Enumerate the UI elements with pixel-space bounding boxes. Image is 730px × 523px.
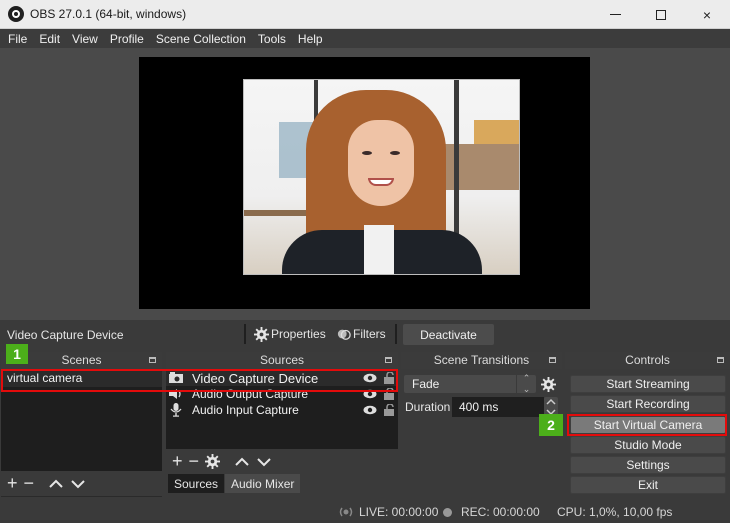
sources-title: Sources [259,353,305,367]
webcam-feed-image[interactable] [243,79,520,275]
move-up-icon[interactable] [48,479,64,489]
settings-button[interactable]: Settings [570,456,726,474]
filters-button[interactable]: Filters [337,325,386,343]
rec-timer: REC: 00:00:00 [461,505,540,519]
sources-dock: Sources Video Capture Device Audio Outpu… [166,352,398,474]
window-title: OBS 27.0.1 (64-bit, windows) [30,7,187,21]
start-virtual-camera-button[interactable]: Start Virtual Camera [570,416,726,434]
cpu-fps-readout: CPU: 1,0%, 10,00 fps [557,505,673,519]
exit-button[interactable]: Exit [570,476,726,494]
deactivate-button[interactable]: Deactivate [403,324,494,345]
sources-footer: + − [166,449,398,474]
scenes-list: virtual camera [1,369,162,471]
filters-icon [337,329,351,340]
preview-area [0,48,730,320]
move-up-icon[interactable] [234,457,250,467]
scene-transitions-title: Scene Transitions [433,353,530,367]
undock-icon[interactable] [385,357,392,363]
current-source-label: Video Capture Device [7,328,124,342]
speaker-icon [169,389,181,399]
status-bar: LIVE: 00:00:00 REC: 00:00:00 CPU: 1,0%, … [0,500,730,523]
minimize-icon [609,14,621,15]
record-indicator-icon [443,508,452,517]
maximize-button[interactable] [638,0,684,29]
add-scene-icon[interactable]: + [7,473,18,494]
source-properties-gear-icon[interactable] [205,454,221,469]
broadcast-icon [339,507,353,517]
minimize-button[interactable] [592,0,638,29]
properties-button[interactable]: Properties [254,325,326,343]
source-name: Video Capture Device [192,370,319,386]
studio-mode-button[interactable]: Studio Mode [570,436,726,454]
maximize-icon [656,9,666,20]
filters-label: Filters [353,327,386,341]
start-recording-button[interactable]: Start Recording [570,395,726,413]
start-streaming-button[interactable]: Start Streaming [570,375,726,393]
preview-canvas[interactable] [139,57,590,309]
gear-icon [254,326,269,342]
menu-file[interactable]: File [2,32,33,46]
tab-sources[interactable]: Sources [168,474,225,493]
duration-value: 400 ms [459,400,499,414]
undock-icon[interactable] [149,357,156,363]
step-badge-2: 2 [539,414,563,436]
scene-item[interactable]: virtual camera [1,369,162,387]
unlock-icon[interactable] [384,388,394,400]
unlock-icon[interactable] [384,404,394,416]
visibility-eye-icon[interactable] [363,405,377,415]
undock-icon[interactable] [549,357,556,363]
source-item[interactable]: Audio Output Capture [166,386,398,402]
properties-label: Properties [271,327,326,341]
scenes-footer: + − [1,471,162,496]
source-name: Audio Output Capture [192,387,309,401]
visibility-eye-icon[interactable] [363,373,377,383]
sources-list: Video Capture Device Audio Output Captur… [166,369,398,449]
undock-icon[interactable] [717,357,724,363]
menu-view[interactable]: View [66,32,104,46]
source-item[interactable]: Video Capture Device [166,370,398,386]
scene-transitions-dock: Scene Transitions [401,352,562,497]
menu-help[interactable]: Help [292,32,329,46]
transition-properties-gear-icon[interactable] [541,377,556,392]
tab-audio-mixer[interactable]: Audio Mixer [225,474,301,493]
visibility-eye-icon[interactable] [363,389,377,399]
scene-name: virtual camera [7,371,83,385]
close-icon: × [702,6,712,23]
close-button[interactable]: × [684,0,730,29]
source-item[interactable]: Audio Input Capture [166,402,398,418]
menu-tools[interactable]: Tools [252,32,292,46]
remove-source-icon[interactable]: − [189,451,200,472]
source-toolbar: Video Capture Device Properties Filters … [0,320,730,348]
select-arrows-icon: ⌃ ⌄ [516,373,536,394]
menu-edit[interactable]: Edit [33,32,66,46]
step-badge-1: 1 [6,344,28,364]
divider [395,324,397,344]
obs-logo-icon [8,6,24,22]
move-down-icon[interactable] [70,479,86,489]
add-source-icon[interactable]: + [172,451,183,472]
transition-select[interactable]: Fade ⌃ ⌄ [404,373,536,394]
source-name: Audio Input Capture [192,403,299,417]
duration-label: Duration [405,400,451,414]
menu-scene-collection[interactable]: Scene Collection [150,32,252,46]
scenes-dock: Scenes virtual camera + − [1,352,162,497]
move-down-icon[interactable] [256,457,272,467]
duration-input[interactable]: 400 ms [452,397,544,417]
camera-icon [169,372,183,383]
scenes-title: Scenes [61,353,102,367]
menu-bar: File Edit View Profile Scene Collection … [0,29,730,48]
unlock-icon[interactable] [384,372,394,384]
transition-value: Fade [412,377,440,391]
remove-scene-icon[interactable]: − [24,473,35,494]
live-timer: LIVE: 00:00:00 [359,505,439,519]
divider [244,324,246,344]
title-bar: OBS 27.0.1 (64-bit, windows) × [0,0,730,29]
controls-title: Controls [625,353,670,367]
microphone-icon [170,403,182,417]
menu-profile[interactable]: Profile [104,32,150,46]
